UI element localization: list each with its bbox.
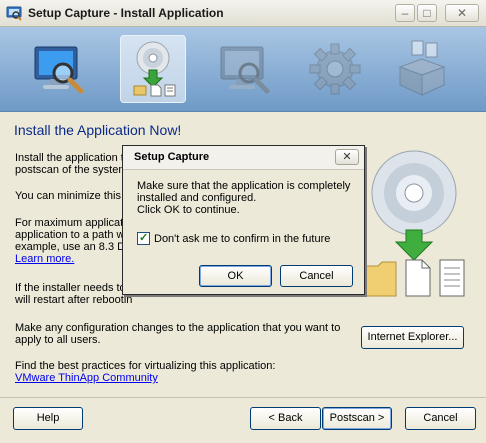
best-practices-note: Find the best practices for virtualizing… xyxy=(15,360,275,384)
text-line: apply to all users. xyxy=(15,334,101,346)
text-line: example, use an 8.3 DO xyxy=(15,241,134,253)
text-line: For maximum applicatio xyxy=(15,217,132,229)
dont-ask-checkbox[interactable]: ✓ xyxy=(137,232,150,245)
dialog-title: Setup Capture xyxy=(134,151,210,163)
maximize-button[interactable]: □ xyxy=(417,4,437,22)
wizard-steps-strip xyxy=(0,27,486,112)
text-line: application to a path w xyxy=(15,229,125,241)
package-icon xyxy=(398,40,446,96)
ok-button[interactable]: OK xyxy=(199,265,272,287)
dialog-cancel-button[interactable]: Cancel xyxy=(280,265,353,287)
text-line: Make any configuration changes to the ap… xyxy=(15,322,341,334)
monitor-magnifier-icon xyxy=(220,46,270,94)
minimize-note: You can minimize this w xyxy=(15,190,132,202)
close-button[interactable]: ✕ xyxy=(445,4,479,22)
internet-explorer-button[interactable]: Internet Explorer... xyxy=(361,326,464,349)
reboot-note: If the installer needs to will restart a… xyxy=(15,282,132,306)
thinapp-community-link[interactable]: VMware ThinApp Community xyxy=(15,372,158,384)
gear-icon xyxy=(309,43,361,95)
back-button[interactable]: < Back xyxy=(250,407,321,430)
configuration-note: Make any configuration changes to the ap… xyxy=(15,322,340,346)
dont-ask-checkbox-label[interactable]: Don't ask me to confirm in the future xyxy=(154,233,330,245)
text-line: Click OK to continue. xyxy=(137,204,240,216)
disc-install-illustration xyxy=(365,150,465,297)
dialog-title-bar[interactable]: Setup Capture ✕ xyxy=(123,146,364,170)
window-title: Setup Capture - Install Application xyxy=(28,6,224,20)
step-configure xyxy=(303,35,369,103)
text-line: Find the best practices for virtualizing… xyxy=(15,360,276,372)
setup-capture-window: Setup Capture - Install Application – □ … xyxy=(0,0,486,443)
cancel-button[interactable]: Cancel xyxy=(405,407,476,430)
title-bar[interactable]: Setup Capture - Install Application – □ … xyxy=(0,0,486,27)
step-install xyxy=(120,35,186,103)
step-postscan xyxy=(213,35,279,103)
app-icon xyxy=(6,6,22,21)
step-prescan xyxy=(27,35,93,103)
monitor-magnifier-icon xyxy=(34,46,84,94)
checkmark-icon: ✓ xyxy=(139,232,149,244)
minimize-button[interactable]: – xyxy=(395,4,415,22)
footer-divider xyxy=(0,397,486,398)
text-line: will restart after rebootin xyxy=(15,294,133,306)
help-button[interactable]: Help xyxy=(13,407,83,430)
text-line: postscan of the system xyxy=(15,164,128,176)
disc-install-icon xyxy=(133,41,176,97)
dialog-close-button[interactable]: ✕ xyxy=(335,149,359,165)
dialog-message: Make sure that the application is comple… xyxy=(137,180,357,216)
step-build xyxy=(390,35,456,103)
text-line: Install the application t xyxy=(15,152,124,164)
install-instructions: Install the application t postscan of th… xyxy=(15,152,128,176)
install-path-note: For maximum applicatio application to a … xyxy=(15,217,134,265)
postscan-button[interactable]: Postscan > xyxy=(322,407,392,430)
page-heading: Install the Application Now! xyxy=(14,122,182,138)
text-line: Make sure that the application is comple… xyxy=(137,180,351,192)
confirm-dialog: Setup Capture ✕ Make sure that the appli… xyxy=(122,145,365,295)
learn-more-link[interactable]: Learn more. xyxy=(15,253,74,265)
text-line: installed and configured. xyxy=(137,192,257,204)
text-line: If the installer needs to xyxy=(15,282,126,294)
